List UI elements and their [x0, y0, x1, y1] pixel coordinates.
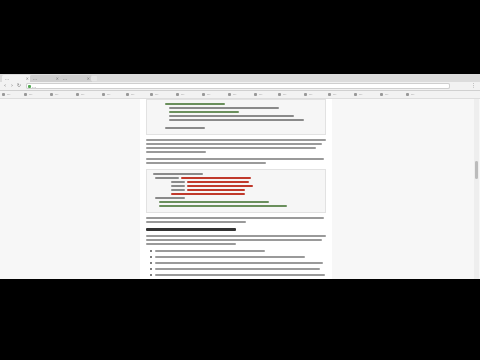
page-content: …: [0, 99, 480, 279]
close-icon[interactable]: ×: [26, 75, 29, 82]
bookmark-item[interactable]: …: [254, 92, 281, 97]
tab-2[interactable]: … ×: [30, 75, 61, 82]
bookmark-item[interactable]: …: [76, 92, 105, 97]
scrollbar-thumb[interactable]: [475, 161, 478, 179]
tab-3[interactable]: … ×: [60, 75, 92, 82]
lock-icon: [28, 85, 31, 88]
tab-bar: … × … × … ×: [0, 74, 480, 82]
tab-label: …: [33, 76, 37, 81]
bookmarks-bar: … … … … … … … … … … … … … … … … …: [0, 91, 480, 99]
bookmark-item[interactable]: …: [228, 92, 257, 97]
bookmark-item[interactable]: …: [304, 92, 331, 97]
address-bar[interactable]: …: [26, 83, 450, 89]
section-heading: …: [146, 228, 236, 231]
browser-window: … × … × … × ‹ › ↻ … ⋮ … … … … … … … … … …: [0, 74, 480, 279]
bookmark-item[interactable]: …: [176, 92, 205, 97]
bookmark-item[interactable]: …: [50, 92, 79, 97]
bookmark-item[interactable]: …: [380, 92, 409, 97]
new-tab-button[interactable]: [91, 76, 97, 81]
tab-label: …: [63, 76, 67, 81]
scrollbar[interactable]: [474, 99, 479, 279]
bookmark-item[interactable]: …: [150, 92, 179, 97]
bookmark-item[interactable]: …: [278, 92, 307, 97]
close-icon[interactable]: ×: [87, 75, 90, 82]
bookmark-item[interactable]: …: [126, 92, 153, 97]
bookmark-item[interactable]: …: [354, 92, 383, 97]
tab-1[interactable]: … ×: [2, 75, 31, 82]
menu-icon[interactable]: ⋮: [471, 83, 476, 89]
bookmark-item[interactable]: …: [406, 92, 435, 97]
article-body: …: [140, 99, 332, 279]
reload-icon[interactable]: ↻: [16, 83, 22, 89]
bookmark-item[interactable]: …: [24, 92, 53, 97]
bookmark-item[interactable]: …: [102, 92, 129, 97]
bookmark-item[interactable]: …: [202, 92, 231, 97]
tab-label: …: [5, 76, 9, 81]
code-block: [146, 99, 326, 135]
back-icon[interactable]: ‹: [2, 83, 8, 89]
bookmark-item[interactable]: …: [328, 92, 357, 97]
browser-toolbar: ‹ › ↻ … ⋮: [0, 82, 480, 91]
forward-icon[interactable]: ›: [9, 83, 15, 89]
code-block: [146, 169, 326, 213]
address-text: …: [32, 84, 36, 89]
close-icon[interactable]: ×: [56, 75, 59, 82]
